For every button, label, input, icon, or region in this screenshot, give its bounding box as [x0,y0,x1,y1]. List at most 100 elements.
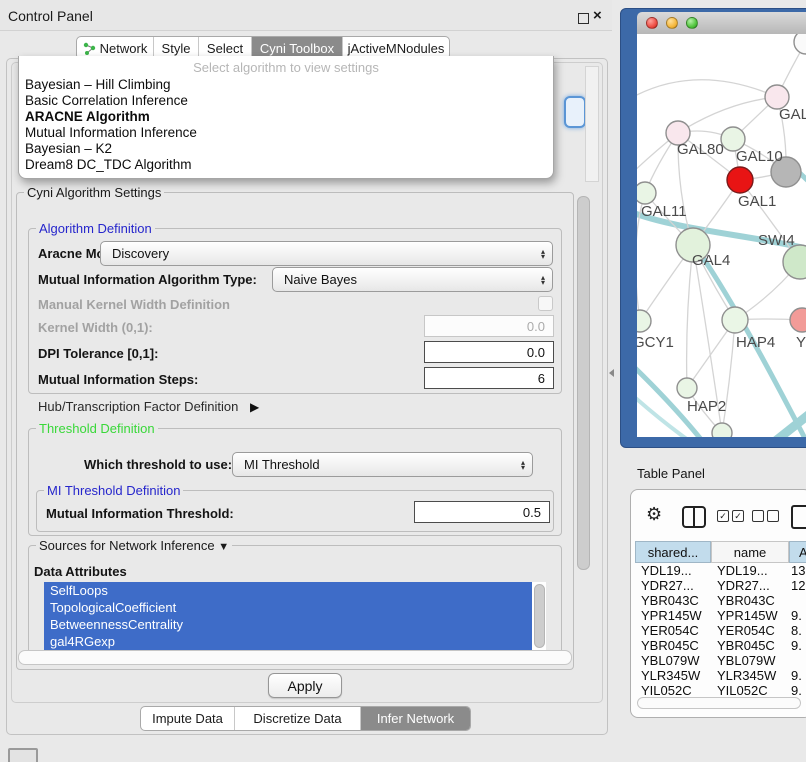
select-all-columns-icon[interactable]: ✓ ✓ [717,510,744,522]
table-panel-title: Table Panel [637,466,705,481]
zoom-traffic-light-icon[interactable] [686,17,698,29]
network-node[interactable] [677,378,697,398]
table-cell: 12 [791,578,805,593]
table-cell: YDR27... [641,578,694,593]
table-cell: 9. [791,683,802,698]
mi-threshold-title: MI Threshold Definition [44,483,183,498]
node-label: Y [796,334,806,351]
algorithm-option[interactable]: ARACNE Algorithm [19,109,553,125]
column-header-shared[interactable]: shared... [635,541,711,563]
table-row[interactable]: YBR043CYBR043C [631,593,806,608]
upper-scrollbar[interactable] [585,66,599,182]
apply-button[interactable]: Apply [268,673,342,698]
table-row[interactable]: YBR045CYBR045C9. [631,638,806,653]
network-node[interactable] [712,423,732,437]
cyni-bottom-tabs: Impute Data Discretize Data Infer Networ… [140,706,471,731]
table-mode-icon[interactable] [791,505,806,529]
table-row[interactable]: YLR345WYLR345W9. [631,668,806,683]
network-node[interactable] [722,307,748,333]
attribute-item[interactable]: gal4RGexp [44,633,532,650]
mi-threshold-label: Mutual Information Threshold: [46,506,234,521]
table-row[interactable]: YIL052CYIL052C9. [631,683,806,698]
mi-steps-field[interactable]: 6 [424,367,554,389]
algorithm-option[interactable]: Basic Correlation Inference [19,93,553,109]
attribute-item[interactable]: TopologicalCoefficient [44,599,532,616]
algorithm-option[interactable]: Bayesian – Hill Climbing [19,77,553,93]
attribute-item[interactable]: BetweennessCentrality [44,616,532,633]
kernel-width-field[interactable]: 0.0 [424,315,554,337]
network-canvas[interactable]: GALGAL80GAL10GAL1GAL11GAL4SWI4GCY1HAP4YH… [637,34,806,437]
deselect-all-columns-icon[interactable] [752,510,779,522]
table-row[interactable]: YDR27...YDR27...12 [631,578,806,593]
table-cell: YIL052C [717,683,768,698]
collapse-down-icon[interactable]: ▼ [218,541,229,553]
hub-definition-expander[interactable]: Hub/Transcription Factor Definition ▶ [38,399,259,414]
network-graph: GALGAL80GAL10GAL1GAL11GAL4SWI4GCY1HAP4YH… [637,34,806,437]
which-threshold-combo[interactable]: MI Threshold ▴▾ [232,452,533,477]
node-label: GAL10 [736,148,783,165]
network-node[interactable] [783,245,806,279]
table-cell: YPR145W [717,608,778,623]
table-panel: ⚙ ✓ ✓ shared... name A YDL19... YDL19... 1… [630,489,806,718]
dpi-tolerance-label: DPI Tolerance [0,1]: [38,346,158,361]
table-cell: 9. [791,668,802,683]
manual-kernel-label: Manual Kernel Width Definition [38,297,230,312]
kernel-width-label: Kernel Width (0,1): [38,320,153,335]
screen: Control Panel × Network Style Select Cyn… [0,0,806,762]
network-window-titlebar[interactable] [637,12,806,34]
table-row[interactable]: YER054CYER054C8. [631,623,806,638]
node-label: SWI4 [758,232,795,249]
close-icon[interactable]: × [593,7,602,24]
node-label: GAL80 [677,141,724,158]
table-row[interactable]: YDL19...YDL19...13 [631,563,806,578]
mi-type-combo[interactable]: Naive Bayes ▴▾ [272,267,553,292]
focused-combo-fragment[interactable] [564,96,586,128]
aracne-mode-combo[interactable]: Discovery ▴▾ [100,241,553,266]
splitter-collapse-icon[interactable] [609,369,614,377]
data-attributes-list[interactable]: SelfLoopsTopologicalCoefficientBetweenne… [44,582,546,650]
collapsed-panel-icon[interactable] [8,748,38,762]
float-window-icon[interactable] [578,13,589,24]
minimize-traffic-light-icon[interactable] [666,17,678,29]
dropdown-placeholder: Select algorithm to view settings [19,56,553,77]
table-row[interactable]: YBL079WYBL079W [631,653,806,668]
attributes-scrollbar[interactable] [534,584,545,648]
table-cell: 8. [791,623,802,638]
which-threshold-label: Which threshold to use: [84,457,232,472]
settings-scrollbar[interactable] [577,196,590,570]
tab-impute-data[interactable]: Impute Data [141,707,234,730]
column-header-name[interactable]: name [711,541,789,563]
algorithm-option[interactable]: Mutual Information Inference [19,125,553,141]
network-node[interactable] [790,308,806,332]
column-header-partial[interactable]: A [789,541,806,563]
algorithm-dropdown-list: Select algorithm to view settings Bayesi… [18,56,554,179]
dpi-tolerance-field[interactable]: 0.0 [424,341,554,363]
table-row[interactable]: YPR145WYPR145W9. [631,608,806,623]
gear-icon[interactable]: ⚙ [646,504,662,525]
column-visibility-icon[interactable] [682,506,706,528]
manual-kernel-checkbox[interactable] [538,296,553,311]
table-cell: 9. [791,638,802,653]
algorithm-option[interactable]: Dream8 DC_TDC Algorithm [19,157,553,173]
network-node[interactable] [794,34,806,54]
table-hscrollbar[interactable] [637,697,801,709]
data-attributes-label: Data Attributes [34,564,127,579]
close-traffic-light-icon[interactable] [646,17,658,29]
table-body: YDL19...YDL19...13YDR27...YDR27...12YBR0… [631,563,806,698]
mi-threshold-field[interactable]: 0.5 [414,501,550,523]
attribute-item[interactable]: SelfLoops [44,582,532,599]
table-cell: YLR345W [641,668,700,683]
settings-hscrollbar[interactable] [18,650,572,665]
node-label: GAL11 [641,203,687,220]
node-label: GAL [779,106,806,123]
table-cell: YDL19... [641,563,692,578]
tab-discretize-data[interactable]: Discretize Data [234,707,360,730]
algorithm-option[interactable]: Bayesian – K2 [19,141,553,157]
table-cell: YDL19... [717,563,768,578]
node-label: HAP2 [687,398,726,415]
network-node[interactable] [637,310,651,332]
tab-infer-network[interactable]: Infer Network [360,707,470,730]
network-node[interactable] [727,167,753,193]
network-node[interactable] [637,182,656,204]
table-cell: 9. [791,608,802,623]
